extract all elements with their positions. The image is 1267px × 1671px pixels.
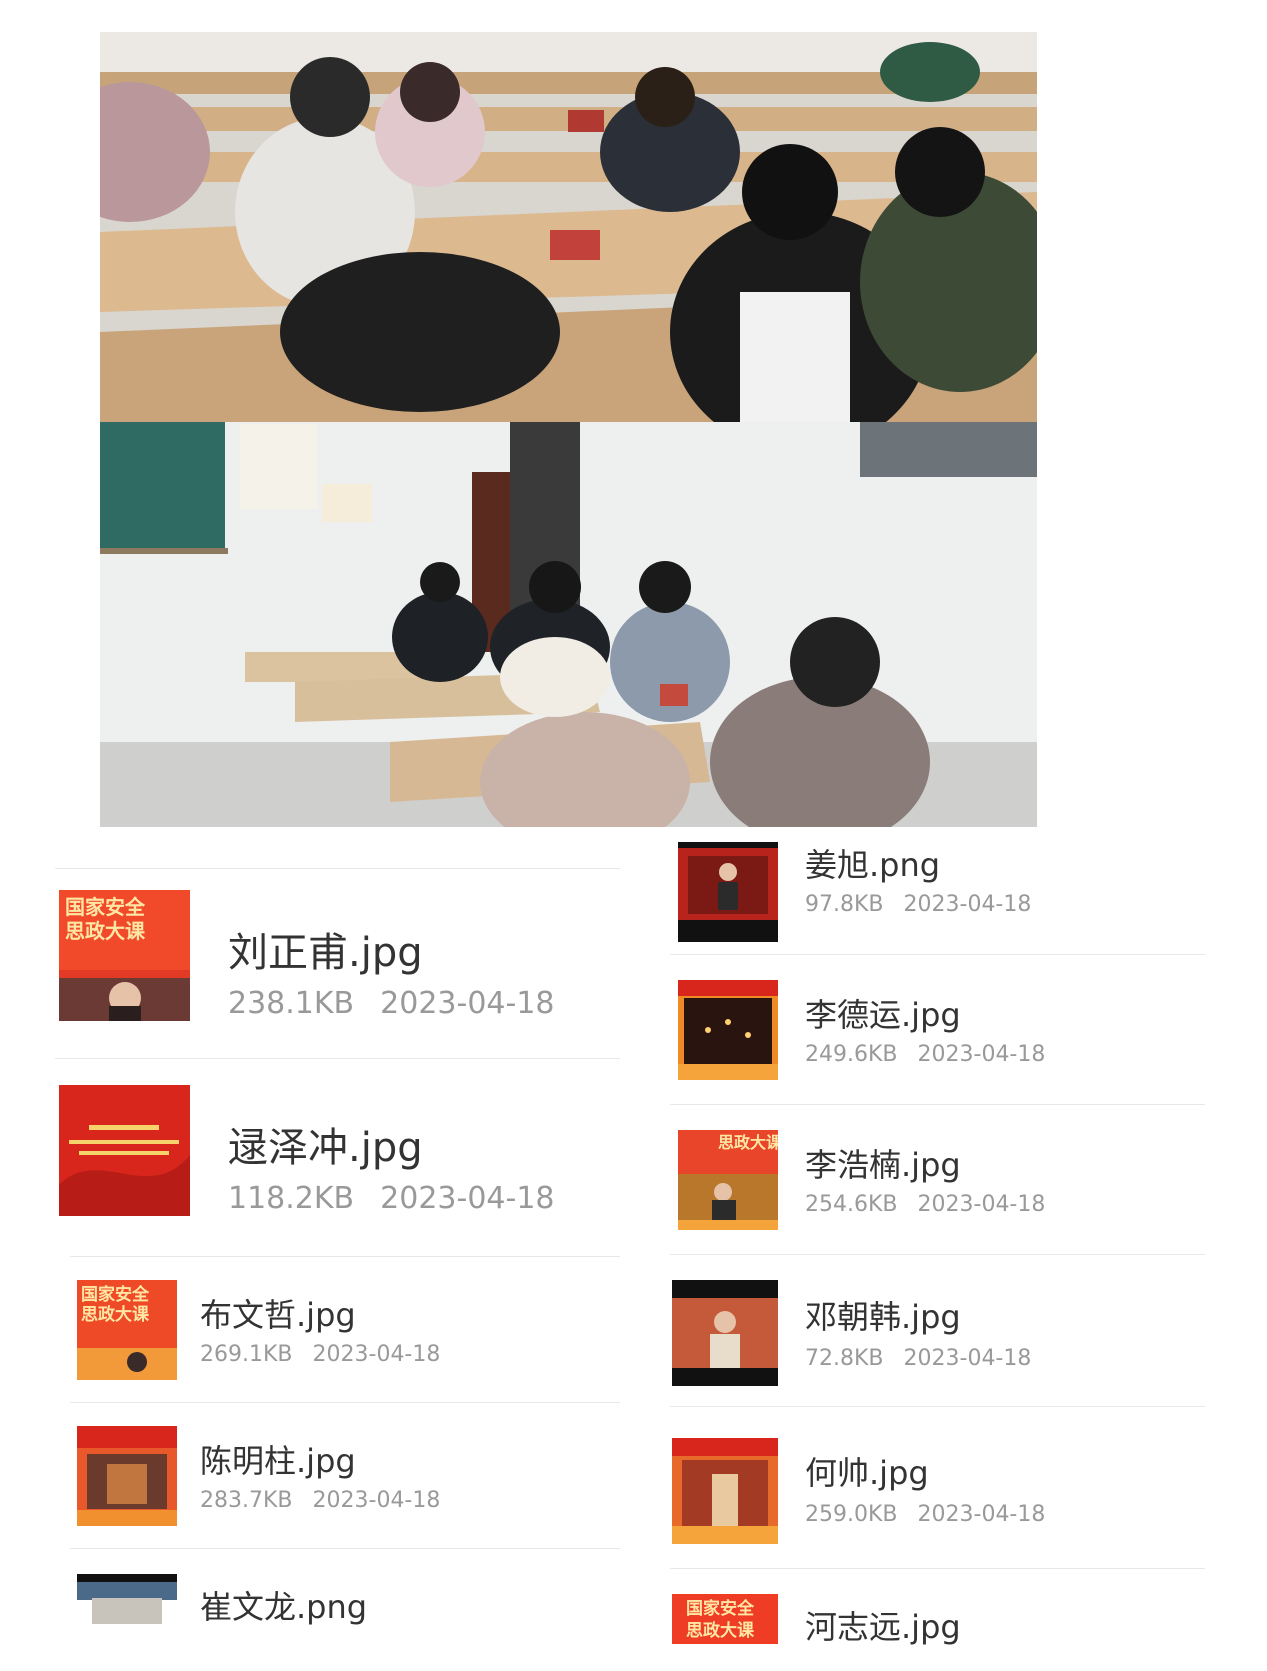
file-name: 布文哲.jpg: [200, 1296, 356, 1334]
file-name: 崔文龙.png: [200, 1588, 368, 1626]
file-meta: 259.0KB 2023-04-18: [805, 1502, 1045, 1527]
file-size: 259.0KB: [805, 1502, 898, 1527]
file-name: 何帅.jpg: [805, 1454, 929, 1492]
thumb-banner-line1: 国家安全: [686, 1598, 755, 1618]
file-name: 李德运.jpg: [805, 996, 961, 1034]
file-thumbnail: 国家安全 思政大课: [59, 890, 190, 1021]
file-name: 河志远.jpg: [805, 1608, 961, 1646]
file-thumbnail: 国家安全 思政大课: [672, 1594, 778, 1644]
file-name: 李浩楠.jpg: [805, 1146, 961, 1184]
file-meta: 269.1KB 2023-04-18: [200, 1342, 440, 1367]
thumb-banner-line1: 国家安全: [65, 895, 146, 919]
file-size: 238.1KB: [228, 986, 355, 1021]
classroom-photo-top: [100, 32, 1037, 422]
file-date: 2023-04-18: [917, 1502, 1046, 1527]
list-divider: [55, 868, 620, 869]
list-divider: [70, 1548, 620, 1549]
file-meta: 238.1KB 2023-04-18: [228, 986, 555, 1021]
file-item[interactable]: 姜旭.png 97.8KB 2023-04-18: [670, 840, 1205, 942]
file-meta: 72.8KB 2023-04-18: [805, 1346, 1031, 1371]
file-date: 2023-04-18: [380, 986, 555, 1021]
file-meta: 97.8KB 2023-04-18: [805, 892, 1031, 917]
file-name: 邓朝韩.jpg: [805, 1298, 961, 1336]
file-meta: 118.2KB 2023-04-18: [228, 1181, 555, 1216]
file-size: 249.6KB: [805, 1042, 898, 1067]
file-name: 陈明柱.jpg: [200, 1442, 356, 1480]
file-thumbnail: [678, 842, 778, 942]
file-date: 2023-04-18: [312, 1342, 441, 1367]
list-divider: [670, 1254, 1205, 1255]
file-item[interactable]: 国家安全 思政大课 布文哲.jpg 269.1KB 2023-04-18: [55, 1278, 620, 1388]
file-date: 2023-04-18: [903, 892, 1032, 917]
file-size: 97.8KB: [805, 892, 884, 917]
file-name: 逯泽冲.jpg: [228, 1125, 423, 1171]
file-item[interactable]: 李德运.jpg 249.6KB 2023-04-18: [670, 980, 1205, 1090]
file-date: 2023-04-18: [380, 1181, 555, 1216]
file-size: 269.1KB: [200, 1342, 293, 1367]
file-thumbnail: [672, 1280, 778, 1386]
file-item[interactable]: 逯泽冲.jpg 118.2KB 2023-04-18: [55, 1083, 620, 1238]
list-divider: [55, 1058, 620, 1059]
file-size: 283.7KB: [200, 1488, 293, 1513]
file-item[interactable]: 国家安全 思政大课 刘正甫.jpg 238.1KB 2023-04-18: [55, 888, 620, 1043]
file-item[interactable]: 崔文龙.png: [55, 1572, 620, 1632]
file-item[interactable]: 陈明柱.jpg 283.7KB 2023-04-18: [55, 1424, 620, 1534]
file-size: 254.6KB: [805, 1192, 898, 1217]
file-size: 72.8KB: [805, 1346, 884, 1371]
thumb-banner-line2: 思政大课: [718, 1133, 778, 1152]
file-thumbnail: [672, 1438, 778, 1544]
file-date: 2023-04-18: [917, 1042, 1046, 1067]
thumb-banner-line1: 国家安全: [81, 1284, 150, 1304]
file-thumbnail: [77, 1426, 177, 1526]
file-meta: 249.6KB 2023-04-18: [805, 1042, 1045, 1067]
list-divider: [670, 1104, 1205, 1105]
file-item[interactable]: 邓朝韩.jpg 72.8KB 2023-04-18: [670, 1280, 1205, 1390]
file-meta: 283.7KB 2023-04-18: [200, 1488, 440, 1513]
list-divider: [70, 1402, 620, 1403]
file-thumbnail: [678, 980, 778, 1080]
list-divider: [70, 1256, 620, 1257]
file-name: 姜旭.png: [805, 846, 941, 884]
thumb-banner-line2: 思政大课: [65, 919, 146, 943]
file-meta: 254.6KB 2023-04-18: [805, 1192, 1045, 1217]
file-item[interactable]: 思政大课 李浩楠.jpg 254.6KB 2023-04-18: [670, 1130, 1205, 1240]
file-name: 刘正甫.jpg: [228, 930, 423, 976]
file-date: 2023-04-18: [903, 1346, 1032, 1371]
thumb-banner-line2: 思政大课: [686, 1620, 755, 1640]
file-thumbnail: 思政大课: [678, 1130, 778, 1230]
list-divider: [670, 954, 1205, 955]
classroom-photo-bottom: [100, 422, 1037, 827]
file-item[interactable]: 何帅.jpg 259.0KB 2023-04-18: [670, 1430, 1205, 1550]
list-divider: [670, 1406, 1205, 1407]
file-size: 118.2KB: [228, 1181, 355, 1216]
thumb-banner-line2: 思政大课: [81, 1304, 150, 1324]
file-date: 2023-04-18: [917, 1192, 1046, 1217]
file-thumbnail: [77, 1574, 177, 1624]
file-item[interactable]: 国家安全 思政大课 河志远.jpg: [670, 1592, 1205, 1652]
file-date: 2023-04-18: [312, 1488, 441, 1513]
file-thumbnail: [59, 1085, 190, 1216]
list-divider: [670, 1568, 1205, 1569]
file-thumbnail: 国家安全 思政大课: [77, 1280, 177, 1380]
